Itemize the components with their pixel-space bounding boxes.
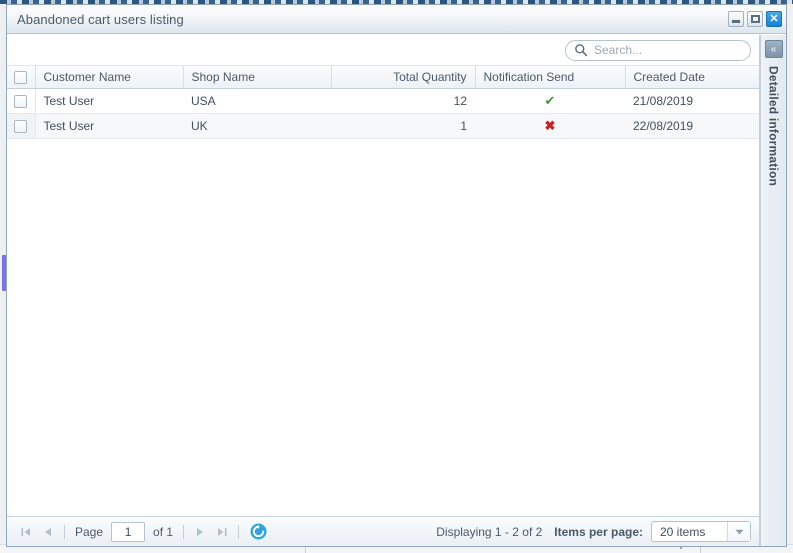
column-header-notification-send[interactable]: Notification Send	[475, 66, 626, 89]
cell-customer-name: Test User	[35, 113, 183, 139]
cell-created-date: 21/08/2019	[625, 88, 759, 114]
pagination-toolbar: Page of 1	[7, 516, 759, 546]
close-icon: ✕	[769, 12, 779, 25]
chevron-down-icon[interactable]	[727, 522, 750, 541]
cell-notification-send: ✔	[475, 88, 625, 114]
grid-scroll-region[interactable]: Customer Name Shop Name Total Quantity N…	[7, 66, 759, 516]
maximize-button[interactable]	[747, 11, 763, 27]
double-chevron-left-icon: «	[770, 43, 777, 55]
cell-total-quantity: 12	[331, 88, 475, 114]
select-all-checkbox[interactable]	[14, 70, 28, 84]
previous-page-icon	[45, 527, 51, 536]
cell-notification-send: ✖	[475, 113, 625, 139]
table-header-row: Customer Name Shop Name Total Quantity N…	[7, 66, 759, 89]
page-number-input[interactable]	[111, 521, 146, 542]
last-page-button[interactable]	[211, 522, 233, 542]
row-checkbox[interactable]	[14, 94, 28, 108]
check-icon: ✔	[544, 92, 556, 108]
cell-shop-name: UK	[183, 113, 331, 139]
cell-created-date: 22/08/2019	[625, 113, 759, 139]
cross-icon: ✖	[544, 117, 556, 133]
table-row[interactable]: Test User UK 1 ✖ 22/08/2019	[7, 113, 759, 139]
close-button[interactable]: ✕	[766, 11, 782, 27]
items-per-page-select[interactable]: 20 items	[651, 521, 751, 542]
cell-shop-name: USA	[183, 88, 331, 114]
pager-divider-2	[183, 524, 185, 539]
items-per-page-label: Items per page:	[554, 524, 643, 539]
column-header-created-date[interactable]: Created Date	[625, 66, 759, 89]
column-header-select-all[interactable]	[7, 66, 36, 89]
abandoned-cart-dialog: Abandoned cart users listing ✕ Search...…	[6, 4, 787, 547]
refresh-button[interactable]	[247, 522, 269, 542]
row-checkbox[interactable]	[14, 119, 28, 133]
first-page-button[interactable]	[15, 522, 37, 542]
row-select-cell[interactable]	[7, 88, 36, 114]
window-controls: ✕	[728, 11, 782, 27]
grid-toolbar	[7, 35, 759, 66]
pager-divider	[64, 524, 65, 539]
items-per-page-value: 20 items	[660, 524, 706, 539]
next-page-button[interactable]	[189, 522, 211, 542]
detailed-information-label: Detailed information	[766, 66, 781, 187]
cell-total-quantity: 1	[331, 113, 475, 139]
table-body: Test User USA 12 ✔ 21/08/2019 Test User …	[7, 88, 759, 139]
table-header: Customer Name Shop Name Total Quantity N…	[7, 66, 759, 89]
search-input[interactable]	[565, 39, 751, 61]
page-label: Page	[75, 524, 104, 539]
first-page-icon	[21, 527, 30, 536]
chevron-down-glyph	[735, 529, 743, 534]
pagination-status: Displaying 1 - 2 of 2 Items per page: 20…	[436, 521, 751, 542]
dialog-titlebar[interactable]: Abandoned cart users listing ✕	[7, 5, 786, 34]
grid-panel: Customer Name Shop Name Total Quantity N…	[7, 35, 760, 546]
maximize-icon	[750, 15, 760, 23]
column-header-total-quantity[interactable]: Total Quantity	[331, 66, 476, 89]
page-total-label: of 1	[153, 524, 174, 539]
displaying-label: Displaying 1 - 2 of 2	[436, 524, 543, 539]
last-page-icon	[218, 527, 227, 536]
column-header-shop-name[interactable]: Shop Name	[183, 66, 332, 89]
row-select-cell[interactable]	[7, 113, 36, 139]
cell-customer-name: Test User	[35, 88, 183, 114]
dialog-title: Abandoned cart users listing	[17, 11, 184, 27]
abandoned-cart-table: Customer Name Shop Name Total Quantity N…	[7, 66, 759, 139]
table-row[interactable]: Test User USA 12 ✔ 21/08/2019	[7, 88, 759, 114]
minimize-button[interactable]	[728, 11, 744, 27]
background-bottom-marker	[680, 547, 682, 549]
pager-divider-3	[238, 524, 240, 539]
dialog-body: Customer Name Shop Name Total Quantity N…	[7, 34, 786, 546]
collapse-panel-button[interactable]: «	[764, 40, 783, 58]
search-box	[565, 39, 751, 61]
column-header-customer-name[interactable]: Customer Name	[35, 66, 184, 89]
previous-page-button[interactable]	[37, 522, 59, 542]
refresh-icon	[250, 523, 267, 540]
detailed-information-panel: « Detailed information	[760, 35, 786, 546]
next-page-icon	[197, 527, 204, 536]
minimize-icon	[732, 20, 740, 23]
